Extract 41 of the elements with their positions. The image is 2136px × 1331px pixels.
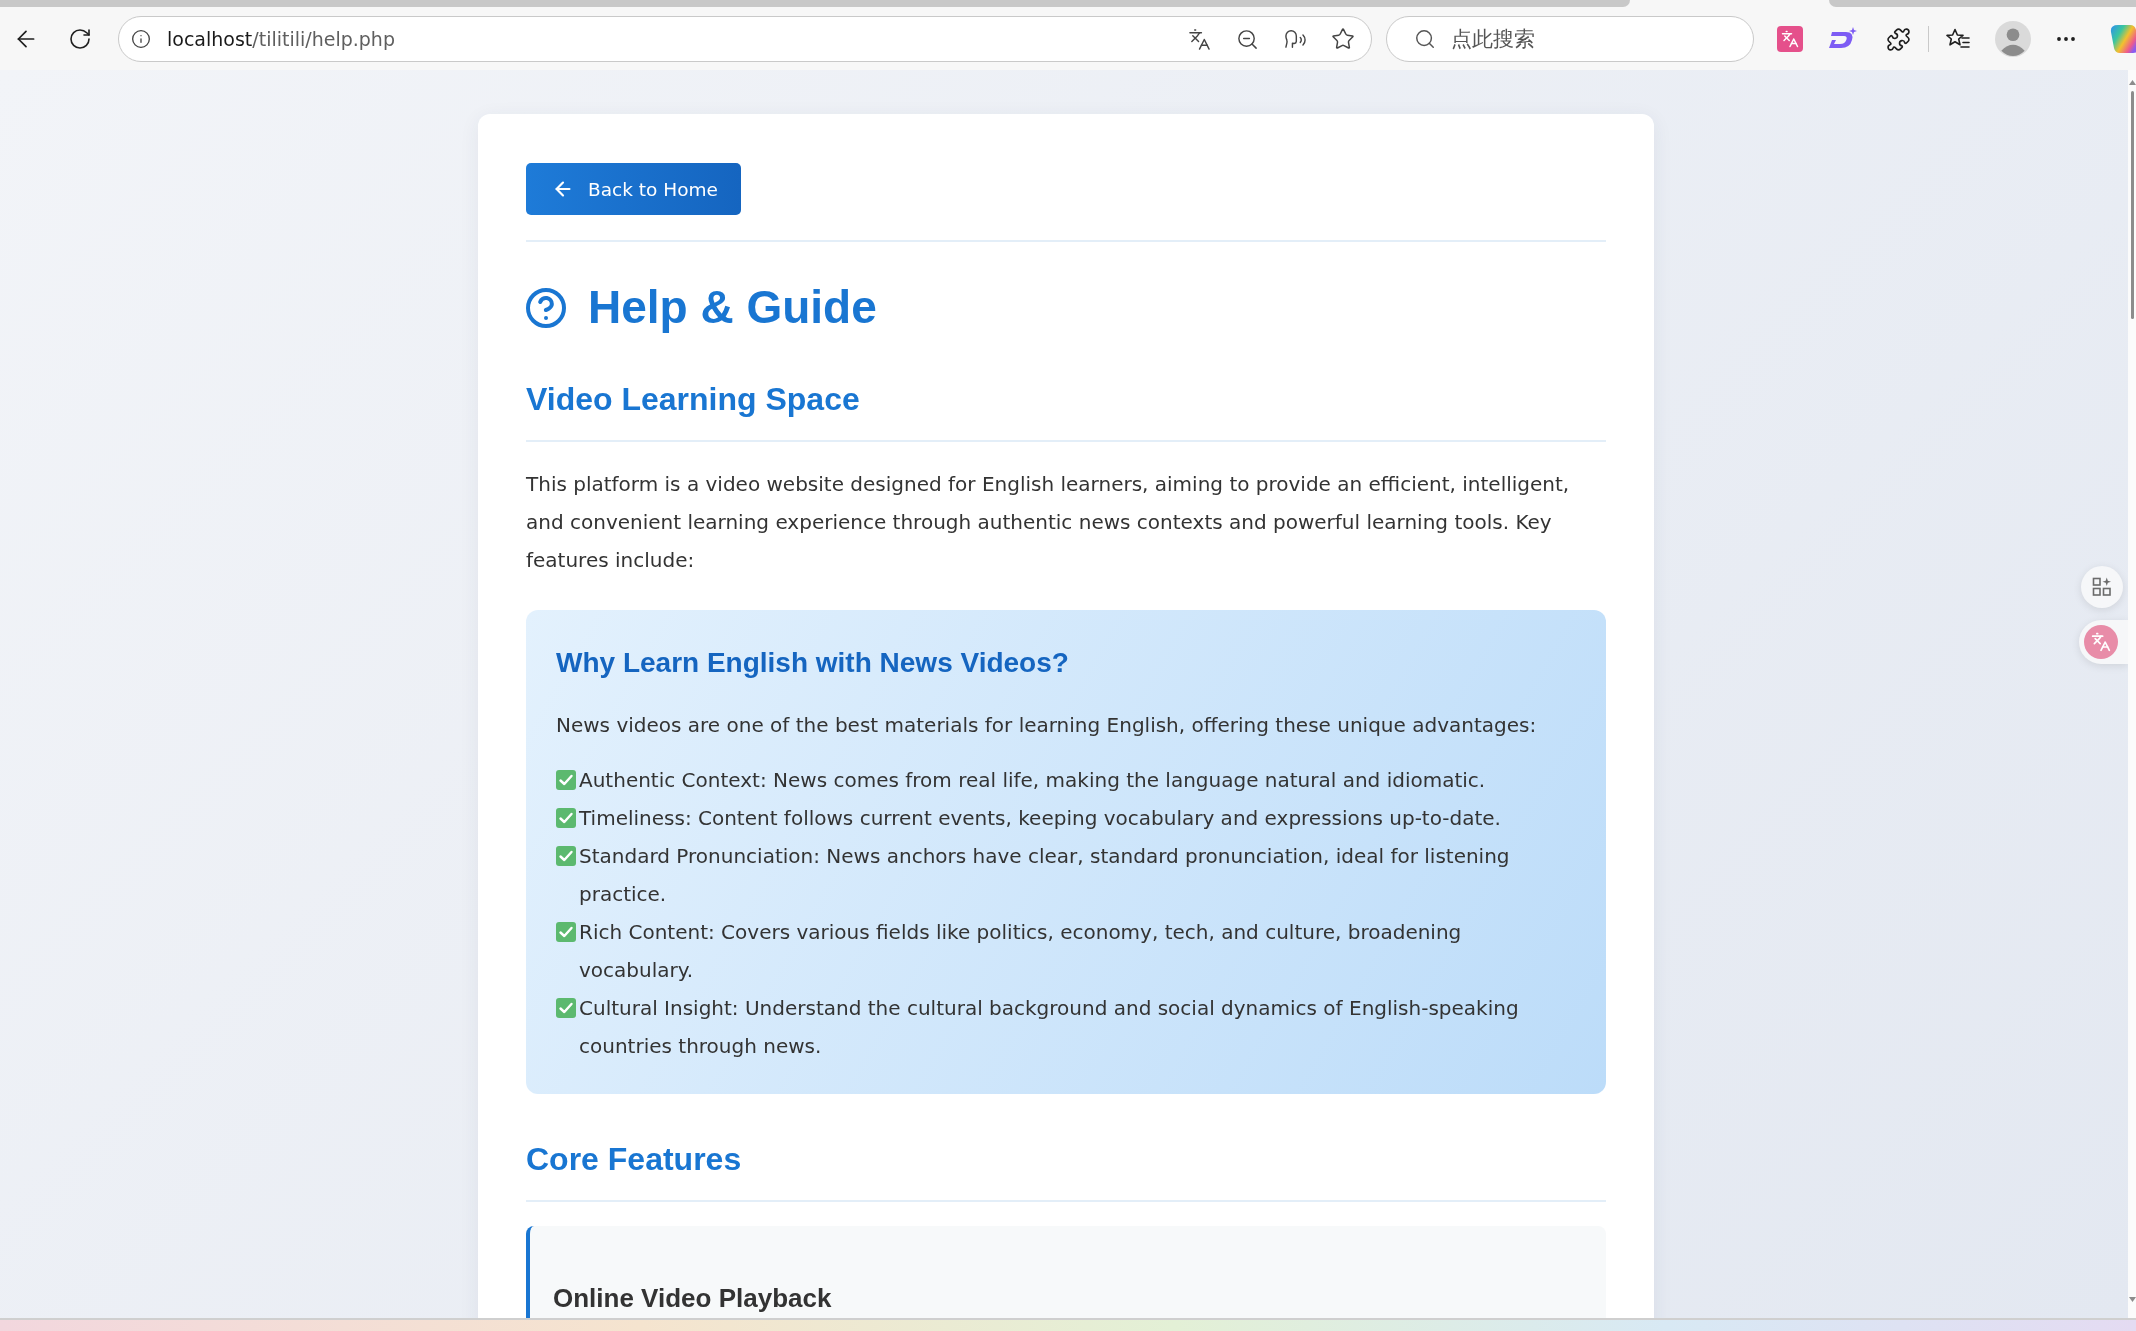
check-icon — [556, 808, 576, 828]
zoom-out-icon[interactable] — [1235, 27, 1259, 51]
check-icon — [556, 846, 576, 866]
grid-sparkle-icon[interactable] — [2092, 577, 2112, 597]
translate-icon — [2084, 625, 2118, 659]
info-icon[interactable] — [131, 29, 151, 49]
check-icon — [556, 770, 576, 790]
address-bar[interactable]: localhost/tilitili/help.php — [118, 16, 1372, 62]
colorful-logo-icon[interactable] — [2108, 22, 2136, 56]
advantage-text: Cultural Insight: Understand the cultural background and social dynamics of English-speaking countries through news. — [579, 995, 1520, 1060]
check-icon — [556, 998, 576, 1018]
speaking-head-icon[interactable] — [1283, 27, 1307, 51]
section-heading: Video Learning Space — [526, 379, 1606, 442]
callout-lead: News videos are one of the best materials for learning English, offering these unique advantages: — [556, 712, 1538, 739]
translate-icon[interactable] — [1187, 27, 1211, 51]
section-heading: Core Features — [526, 1139, 1606, 1202]
advantage-text: Authentic Context: News comes from real life, making the language natural and idiomatic. — [579, 767, 1487, 794]
scrollbar[interactable] — [2128, 70, 2136, 1318]
star-list-icon[interactable] — [1946, 28, 1970, 50]
scroll-down-arrow-icon[interactable] — [2128, 1297, 2136, 1302]
star-icon[interactable] — [1331, 27, 1355, 51]
search-input[interactable]: 点此搜索 — [1451, 27, 1721, 51]
scrollbar-thumb[interactable] — [2130, 91, 2134, 319]
avatar-icon[interactable] — [1995, 21, 2031, 57]
feature-title: Online Video Playback — [553, 1282, 833, 1314]
question-circle-icon — [526, 287, 566, 328]
back-to-home-button[interactable]: Back to Home — [526, 163, 741, 215]
url-text[interactable]: localhost/tilitili/help.php — [167, 28, 395, 50]
reload-icon[interactable] — [68, 27, 92, 51]
intro-paragraph: This platform is a video website designed for English learners, aiming to provide an efficient, intelligent, and convenient learning experience through authentic news contexts and powerful learning tools. Key features include: — [526, 471, 1571, 574]
callout-title: Why Learn English with News Videos? — [556, 646, 1070, 680]
search-field[interactable]: 点此搜索 — [1386, 16, 1754, 62]
side-tool-button[interactable] — [2081, 566, 2123, 608]
advantage-text: Standard Pronunciation: News anchors have clear, standard pronunciation, ideal for listening practice. — [579, 843, 1511, 908]
puzzle-icon[interactable] — [1885, 26, 1911, 52]
check-icon — [556, 922, 576, 942]
scroll-up-arrow-icon[interactable] — [2128, 80, 2136, 85]
page-title: Help & Guide — [588, 280, 877, 335]
search-icon — [1414, 28, 1436, 50]
advantage-text: Rich Content: Covers various fields like politics, economy, tech, and culture, broadening vocabulary. — [579, 919, 1463, 984]
advantage-text: Timeliness: Content follows current events, keeping vocabulary and expressions up-to-date. — [579, 805, 1502, 832]
